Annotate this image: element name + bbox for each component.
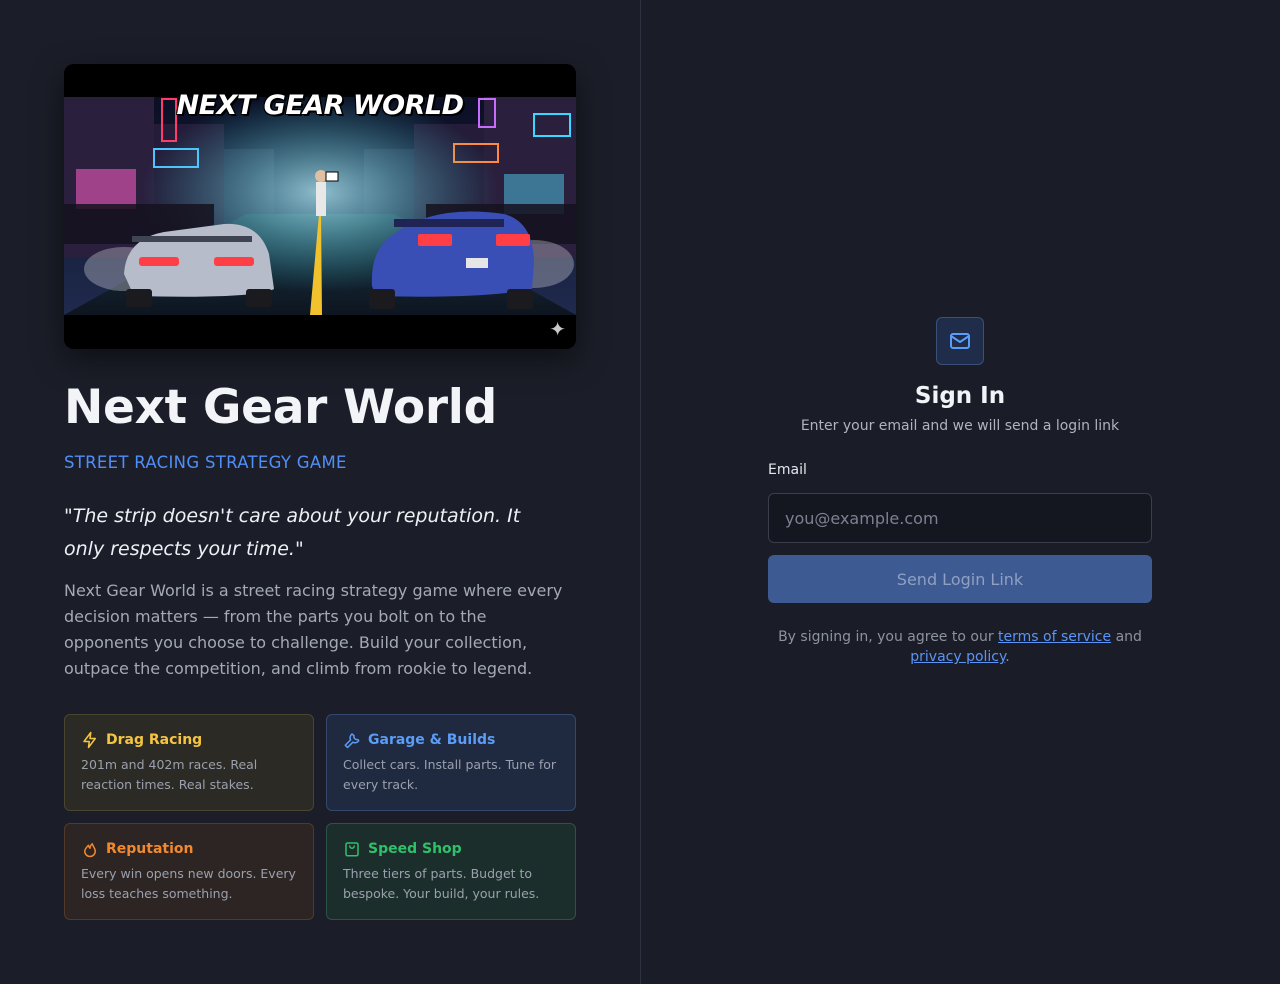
page-title: Next Gear World	[64, 380, 497, 435]
feature-text: Collect cars. Install parts. Tune for ev…	[343, 757, 557, 792]
email-input[interactable]	[768, 493, 1152, 543]
feature-card-drag-racing: Drag Racing 201m and 402m races. Real re…	[64, 714, 314, 811]
wrench-icon	[344, 733, 360, 749]
terms-suffix: .	[1005, 649, 1010, 665]
terms-prefix: By signing in, you agree to our	[778, 629, 994, 645]
sparkle-icon: ✦	[549, 317, 566, 341]
send-login-link-button[interactable]: Send Login Link	[768, 555, 1152, 603]
feature-text: Every win opens new doors. Every loss te…	[81, 866, 296, 901]
game-description: Next Gear World is a street racing strat…	[64, 581, 563, 678]
lightning-icon	[83, 731, 96, 749]
signin-subtitle: Enter your email and we will send a logi…	[800, 418, 1120, 434]
privacy-policy-link[interactable]: privacy policy	[910, 649, 1005, 665]
page-subtitle: STREET RACING STRATEGY GAME	[64, 453, 347, 472]
mail-icon-badge	[936, 317, 984, 365]
feature-text: 201m and 402m races. Real reaction times…	[81, 757, 258, 792]
terms-and: and	[1115, 629, 1142, 645]
feature-title: Garage & Builds	[368, 732, 496, 748]
feature-card-reputation: Reputation Every win opens new doors. Ev…	[64, 823, 314, 920]
mail-icon	[950, 333, 970, 349]
feature-card-garage-builds: Garage & Builds Collect cars. Install pa…	[326, 714, 576, 811]
signin-title: Sign In	[914, 383, 1006, 409]
feature-text: Three tiers of parts. Budget to bespoke.…	[343, 866, 540, 901]
feature-title: Speed Shop	[368, 841, 462, 857]
email-label: Email	[768, 462, 807, 478]
terms-notice: By signing in, you agree to our terms of…	[768, 627, 1152, 667]
shopping-bag-icon	[345, 842, 359, 857]
flame-icon	[84, 843, 96, 858]
terms-of-service-link[interactable]: terms of service	[998, 629, 1111, 645]
feature-title: Drag Racing	[106, 732, 203, 748]
right-panel	[641, 0, 1280, 984]
feature-card-speed-shop: Speed Shop Three tiers of parts. Budget …	[326, 823, 576, 920]
tagline-quote: "The strip doesn't care about your reput…	[64, 505, 521, 560]
hero-image-title: NEXT GEAR WORLD	[176, 90, 464, 121]
feature-title: Reputation	[106, 841, 194, 857]
hero-image: NEXT GEAR WORLD ✦	[64, 64, 576, 349]
